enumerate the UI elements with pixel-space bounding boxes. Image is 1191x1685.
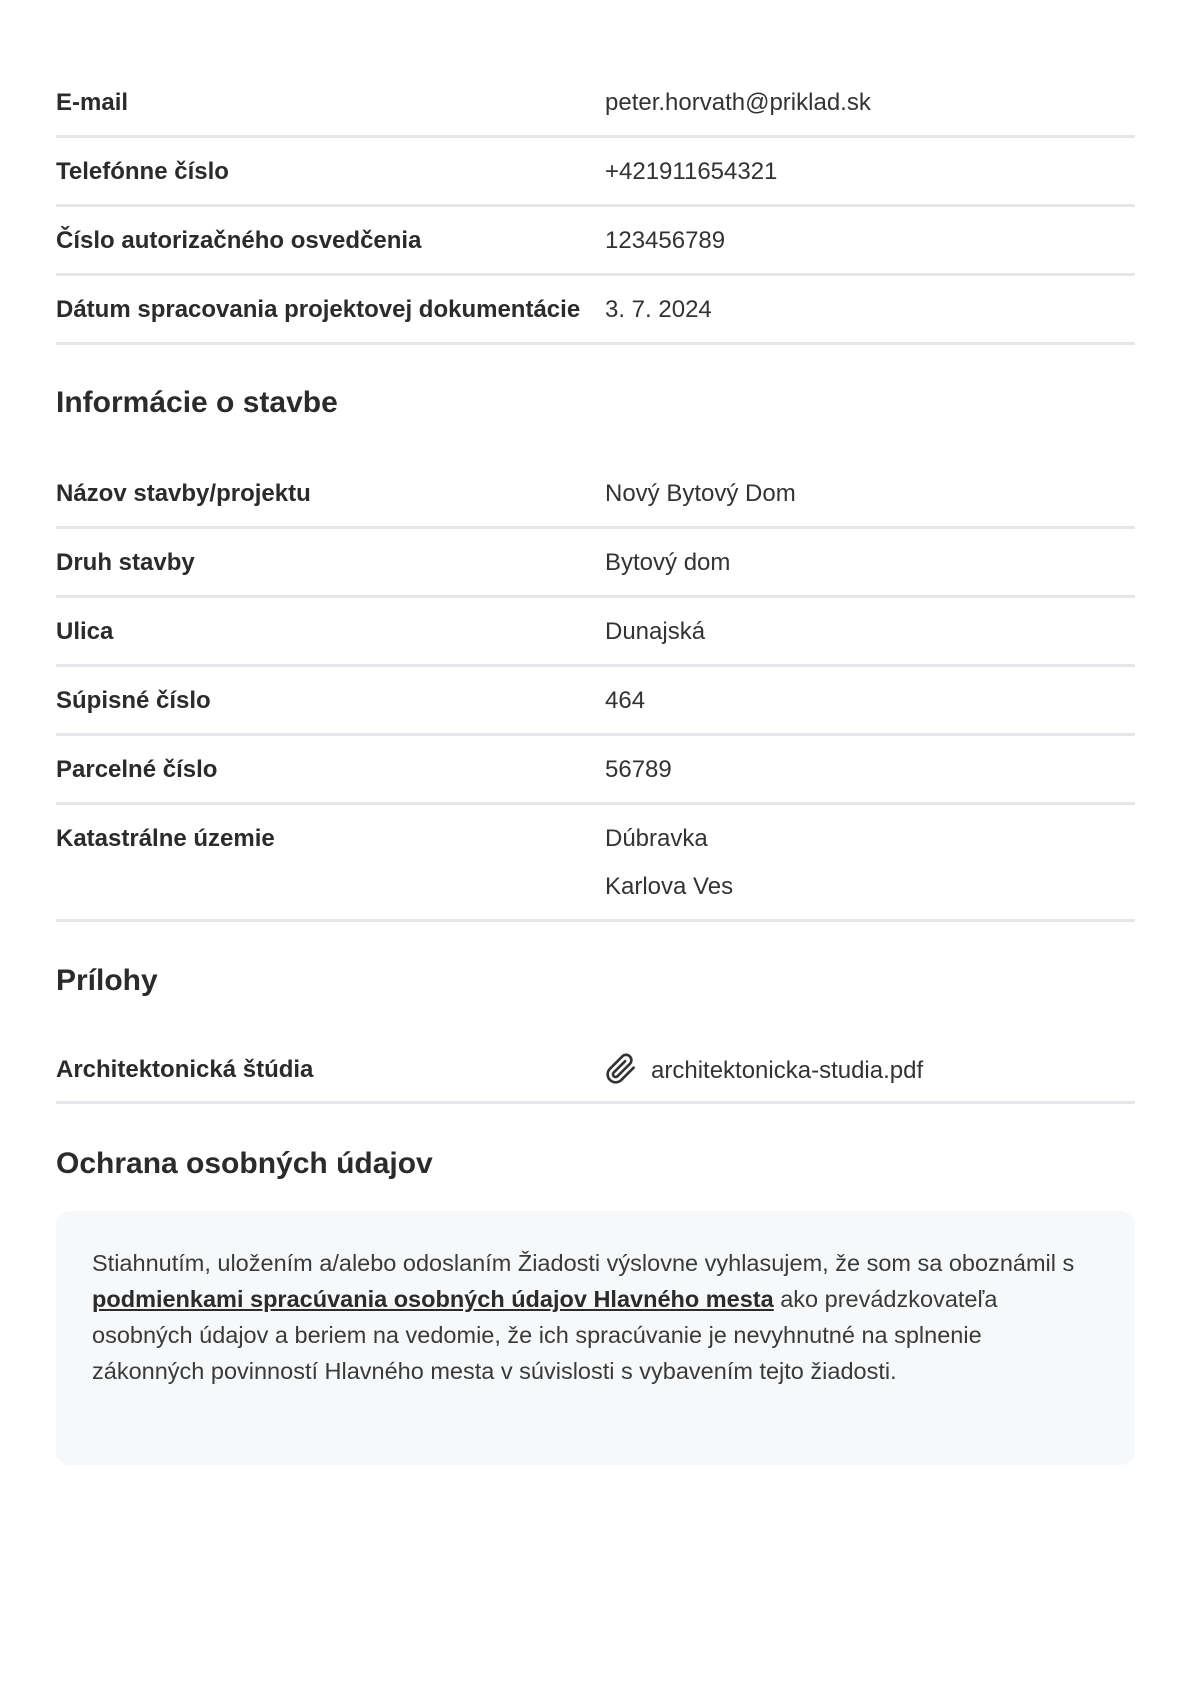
- email-label: E-mail: [56, 89, 129, 116]
- cadastral-area-label: Katastrálne územie: [56, 825, 275, 852]
- table-row: Telefónne číslo +421911654321: [56, 138, 1135, 207]
- table-row: Katastrálne územie Dúbravka Karlova Ves: [56, 805, 1135, 922]
- table-row: Parcelné číslo 56789: [56, 736, 1135, 805]
- privacy-text-before: Stiahnutím, uložením a/alebo odoslaním Ž…: [92, 1250, 1075, 1276]
- attachments-section-title: Prílohy: [56, 964, 158, 997]
- table-row: Súpisné číslo 464: [56, 667, 1135, 736]
- street-label: Ulica: [56, 618, 114, 645]
- phone-label: Telefónne číslo: [56, 158, 229, 185]
- authorization-number-value: 123456789: [605, 227, 726, 254]
- registry-number-label: Súpisné číslo: [56, 687, 211, 714]
- table-row: Druh stavby Bytový dom: [56, 529, 1135, 598]
- building-type-label: Druh stavby: [56, 549, 195, 576]
- registry-number-value: 464: [605, 687, 646, 714]
- attachment-file-name[interactable]: architektonicka-studia.pdf: [651, 1057, 923, 1085]
- cadastral-area-values: Dúbravka Karlova Ves: [605, 805, 1135, 921]
- privacy-section-title: Ochrana osobných údajov: [56, 1147, 433, 1180]
- documentation-date-label: Dátum spracovania projektovej dokumentác…: [56, 296, 581, 323]
- building-info-table: Názov stavby/projektu Nový Bytový Dom Dr…: [56, 460, 1135, 922]
- contact-info-table: E-mail peter.horvath@priklad.sk Telefónn…: [56, 69, 1135, 345]
- cadastral-area-value: Dúbravka: [605, 825, 708, 852]
- attachments-table: Architektonická štúdia architektonicka-s…: [56, 1036, 1135, 1104]
- parcel-number-label: Parcelné číslo: [56, 756, 218, 783]
- table-row: E-mail peter.horvath@priklad.sk: [56, 69, 1135, 138]
- building-section-title: Informácie o stavbe: [56, 386, 338, 419]
- authorization-number-label: Číslo autorizačného osvedčenia: [56, 227, 422, 254]
- table-row: Architektonická štúdia architektonicka-s…: [56, 1036, 1135, 1104]
- table-row: Názov stavby/projektu Nový Bytový Dom: [56, 460, 1135, 529]
- privacy-terms-link[interactable]: podmienkami spracúvania osobných údajov …: [92, 1286, 774, 1312]
- street-value: Dunajská: [605, 618, 706, 645]
- paperclip-icon: [606, 1053, 635, 1084]
- documentation-date-value: 3. 7. 2024: [605, 296, 712, 323]
- building-type-value: Bytový dom: [605, 549, 731, 576]
- cadastral-area-value: Karlova Ves: [605, 873, 734, 900]
- project-name-value: Nový Bytový Dom: [605, 480, 796, 507]
- phone-value: +421911654321: [605, 158, 778, 185]
- parcel-number-value: 56789: [605, 756, 672, 783]
- document-page: E-mail peter.horvath@priklad.sk Telefónn…: [0, 0, 1191, 1685]
- table-row: Číslo autorizačného osvedčenia 123456789: [56, 207, 1135, 276]
- table-row: Ulica Dunajská: [56, 598, 1135, 667]
- privacy-notice-box: Stiahnutím, uložením a/alebo odoslaním Ž…: [56, 1211, 1135, 1465]
- table-row: Dátum spracovania projektovej dokumentác…: [56, 276, 1135, 345]
- email-value: peter.horvath@priklad.sk: [605, 89, 871, 116]
- attachment-file[interactable]: architektonicka-studia.pdf: [605, 1036, 1135, 1085]
- architectural-study-label: Architektonická štúdia: [56, 1056, 314, 1083]
- project-name-label: Názov stavby/projektu: [56, 480, 311, 507]
